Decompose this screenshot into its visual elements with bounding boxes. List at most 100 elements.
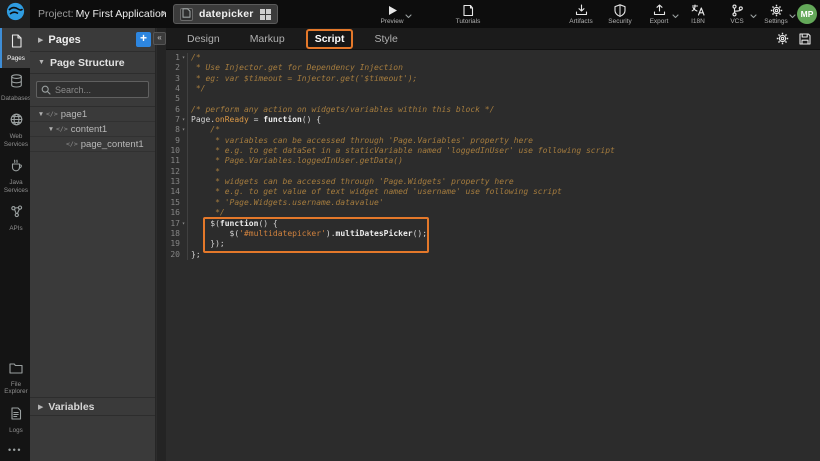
code-text: */	[191, 208, 225, 218]
code-text: */	[191, 84, 205, 94]
gutter: 20	[166, 250, 188, 260]
rail-item-file-explorer[interactable]: File Explorer	[0, 355, 30, 401]
topbar-tool-security[interactable]: Security	[604, 0, 636, 28]
fold-spacer	[180, 136, 187, 146]
rail-item-label: Java Services	[3, 179, 29, 194]
caret-down-icon[interactable]	[672, 6, 679, 24]
caret-down-icon[interactable]	[405, 6, 412, 24]
fold-marker-icon[interactable]: ▾	[180, 115, 187, 125]
line-number: 9	[166, 136, 180, 146]
code-text: * variables can be accessed through 'Pag…	[191, 136, 533, 146]
topbar-tool-vcs[interactable]: VCS	[721, 0, 753, 28]
page-structure-tree: ▼</>page1▼</>content1</>page_content1	[30, 107, 155, 152]
code-line: 6/* perform any action on widgets/variab…	[166, 105, 820, 115]
rail-item-label: Pages	[7, 55, 25, 63]
preview-button[interactable]: Preview	[376, 0, 408, 28]
fold-marker-icon[interactable]: ▾	[180, 53, 187, 63]
caret-down-icon[interactable]	[750, 6, 757, 24]
code-line: 3 * eg: var $timeout = Injector.get('$ti…	[166, 74, 820, 84]
topbar-tool-settings[interactable]: Settings	[760, 0, 792, 28]
rail-item-pages[interactable]: Pages	[0, 28, 30, 68]
code-line: 15 * 'Page.Widgets.username.datavalue'	[166, 198, 820, 208]
code-tag-icon: </>	[66, 140, 78, 148]
line-number: 16	[166, 208, 180, 218]
topbar-tool-label: Security	[608, 18, 631, 25]
pages-panel-header[interactable]: ▶ Pages +	[30, 28, 155, 52]
rail-item-databases[interactable]: Databases	[0, 68, 30, 108]
line-number: 15	[166, 198, 180, 208]
page-structure-header[interactable]: ▼ Page Structure	[30, 52, 155, 74]
line-number: 11	[166, 156, 180, 166]
gutter: 13	[166, 177, 188, 187]
tab-markup[interactable]: Markup	[241, 29, 294, 49]
fold-marker-icon[interactable]: ▾	[180, 125, 187, 135]
code-text: };	[191, 250, 201, 260]
gutter: 5	[166, 94, 188, 104]
top-app-bar: Project: My First Application › datepick…	[0, 0, 820, 28]
triangle-down-icon: ▼	[46, 126, 56, 133]
search-input[interactable]	[55, 85, 144, 95]
rail-item-web-services[interactable]: Web Services	[0, 107, 30, 153]
topbar-tool-export[interactable]: Export	[643, 0, 675, 28]
panel-resize-strip[interactable]	[157, 28, 166, 461]
line-number: 8	[166, 125, 180, 135]
topbar-right-items: Artifacts Security Export I18NVCSSettings	[565, 0, 792, 28]
code-line: 4 */	[166, 84, 820, 94]
topbar-tool-artifacts[interactable]: Artifacts	[565, 0, 597, 28]
tree-node-page_content1[interactable]: </>page_content1	[30, 137, 155, 152]
gutter: 11	[166, 156, 188, 166]
rail-item-label: Databases	[1, 95, 31, 103]
rail-item-java-services[interactable]: Java Services	[0, 153, 30, 199]
caret-down-icon[interactable]	[789, 6, 796, 24]
fold-spacer	[180, 146, 187, 156]
code-text: /*	[191, 125, 220, 135]
fold-marker-icon[interactable]: ▾	[180, 219, 187, 229]
code-text: *	[191, 167, 220, 177]
fold-spacer	[180, 156, 187, 166]
gutter: 12	[166, 167, 188, 177]
ide-window: Project: My First Application › datepick…	[0, 0, 820, 461]
topbar-tool-label: Artifacts	[569, 18, 592, 25]
tab-style[interactable]: Style	[365, 29, 406, 49]
pages-panel-title: Pages	[48, 34, 136, 46]
rail-item-apis[interactable]: APIs	[0, 199, 30, 238]
tutorials-label: Tutorials	[456, 18, 481, 25]
add-page-button[interactable]: +	[136, 32, 151, 47]
globe-icon	[10, 113, 23, 131]
gutter: 16	[166, 208, 188, 218]
tree-node-content1[interactable]: ▼</>content1	[30, 122, 155, 137]
code-line: 10 * e.g. to get dataSet in a staticVari…	[166, 146, 820, 156]
fold-spacer	[180, 177, 187, 187]
code-text: Page.onReady = function() {	[191, 115, 321, 125]
tutorials-button[interactable]: Tutorials	[452, 0, 484, 28]
app-logo[interactable]	[0, 0, 30, 28]
gutter: 15	[166, 198, 188, 208]
line-number: 14	[166, 187, 180, 197]
api-icon	[10, 205, 23, 223]
line-number: 7	[166, 115, 180, 125]
gear-icon[interactable]	[776, 32, 789, 45]
topbar-tool-i18n[interactable]: I18N	[682, 0, 714, 28]
code-text: * Page.Variables.loggedInUser.getData()	[191, 156, 403, 166]
rail-item-logs[interactable]: Logs	[0, 401, 30, 440]
line-number: 19	[166, 239, 180, 249]
collapse-panel-button[interactable]: «	[153, 32, 166, 45]
user-avatar[interactable]: MP	[797, 4, 817, 24]
line-number: 5	[166, 94, 180, 104]
tree-node-label: page_content1	[81, 139, 144, 150]
save-icon[interactable]	[799, 33, 811, 45]
grid-icon[interactable]	[260, 9, 271, 20]
code-line: 14 * e.g. to get value of text widget na…	[166, 187, 820, 197]
tree-node-page1[interactable]: ▼</>page1	[30, 107, 155, 122]
open-page-tab[interactable]: datepicker	[173, 4, 278, 24]
variables-section-header[interactable]: ▶ Variables	[30, 397, 155, 416]
rail-bottom-items: File ExplorerLogs	[0, 355, 30, 440]
code-line: 5	[166, 94, 820, 104]
topbar-tool-label: Export	[650, 18, 669, 25]
branch-icon	[731, 4, 744, 17]
tab-design[interactable]: Design	[178, 29, 229, 49]
more-options-button[interactable]: •••	[0, 439, 30, 461]
gutter: 18	[166, 229, 188, 239]
script-code-editor[interactable]: 1▾/*2 * Use Injector.get for Dependency …	[166, 50, 820, 260]
tab-script[interactable]: Script	[306, 29, 354, 49]
